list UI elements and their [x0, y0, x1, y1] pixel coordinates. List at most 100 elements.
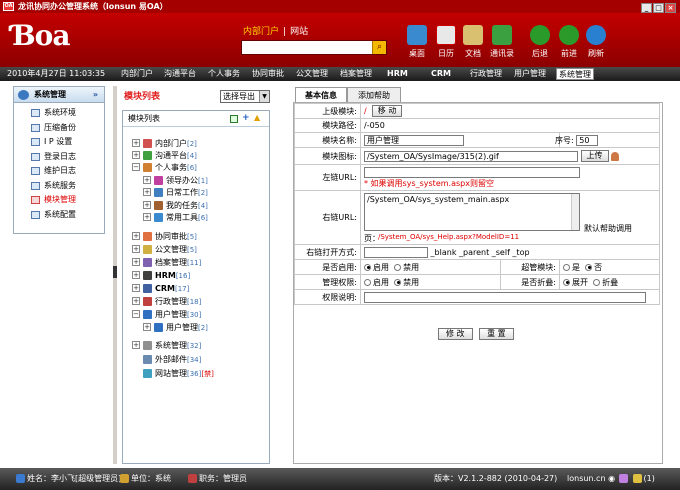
tree-item-label: 常用工具	[166, 213, 198, 222]
sidebar-item-backup[interactable]: 压缩备份	[14, 121, 104, 136]
warning-icon[interactable]: ▲	[254, 114, 262, 122]
menu-hrm[interactable]: HRM	[387, 67, 408, 81]
perm-on-radio[interactable]	[364, 278, 371, 286]
close-button[interactable]: ×	[665, 3, 676, 13]
module-icon	[143, 245, 152, 254]
collapse-icon[interactable]: »	[93, 87, 98, 103]
super-no-radio[interactable]	[585, 263, 593, 271]
calendar-button[interactable]: 日历	[433, 25, 459, 59]
expand-icon[interactable]: +	[143, 176, 151, 184]
tree-item-count: [6]	[198, 214, 208, 222]
fold-expand-radio[interactable]	[563, 278, 570, 286]
sidebar-item-ip[interactable]: I P 设置	[14, 135, 104, 150]
sidebar-item-login-log[interactable]: 登录日志	[14, 150, 104, 165]
menu-approval[interactable]: 协同审批	[252, 67, 284, 81]
expand-icon[interactable]: +	[132, 139, 140, 147]
collapse-icon[interactable]: −	[132, 310, 140, 318]
expand-icon[interactable]: +	[132, 284, 140, 292]
parent-value: /	[364, 106, 367, 116]
sidebar-item-config[interactable]: 系统配置	[14, 208, 104, 223]
enable-on-radio[interactable]	[364, 263, 371, 271]
tree-item-count: [2]	[198, 189, 208, 197]
reset-button[interactable]: 重 置	[479, 328, 514, 340]
expand-icon[interactable]: +	[143, 188, 151, 196]
move-button[interactable]: 移 动	[371, 105, 403, 117]
tree-item-label: 我的任务	[166, 201, 198, 210]
expand-icon[interactable]: +	[132, 271, 140, 279]
nav-link-website[interactable]: 网站	[290, 27, 308, 37]
maximize-button[interactable]: □	[653, 3, 664, 13]
add-icon[interactable]: +	[242, 114, 250, 123]
module-icon	[154, 201, 163, 210]
nav-link-portal[interactable]: 内部门户	[243, 27, 279, 37]
expand-icon[interactable]: +	[132, 258, 140, 266]
expand-icon[interactable]: +	[132, 245, 140, 253]
menu-crm[interactable]: CRM	[431, 67, 451, 81]
upload-button[interactable]: 上传	[580, 150, 609, 162]
perm-off-radio[interactable]	[394, 278, 402, 286]
forward-button[interactable]: 前进	[556, 25, 582, 59]
left-url-input[interactable]	[364, 166, 580, 178]
expand-icon[interactable]: +	[143, 323, 151, 331]
enable-off-radio[interactable]	[394, 263, 402, 271]
splitter-arrow-icon[interactable]	[113, 266, 117, 278]
expand-icon[interactable]: +	[132, 151, 140, 159]
desktop-button[interactable]: 桌面	[404, 25, 430, 59]
search-button[interactable]: ⌕	[372, 41, 386, 54]
tree-item-count: [34]	[187, 356, 202, 364]
export-select[interactable]: 选择导出 ▼	[220, 90, 270, 103]
left-panel-header[interactable]: 系统管理 »	[14, 87, 104, 103]
back-arrow-icon	[530, 25, 550, 45]
menu-archives[interactable]: 档案管理	[340, 67, 372, 81]
modify-button[interactable]: 修 改	[438, 328, 473, 340]
refresh-button[interactable]: 刷新	[583, 25, 609, 59]
icon-path-input[interactable]: /System_OA/SysImage/315(2).gif	[364, 150, 578, 162]
back-button[interactable]: 后退	[527, 25, 553, 59]
calendar-icon	[436, 25, 456, 45]
right-url-textarea[interactable]: /System_OA/sys_system_main.aspx	[364, 192, 580, 231]
expand-icon[interactable]: +	[143, 201, 151, 209]
fold-collapse-radio[interactable]	[593, 278, 601, 286]
sidebar-item-services[interactable]: 系统服务	[14, 179, 104, 194]
menu-documents[interactable]: 公文管理	[296, 67, 328, 81]
order-input[interactable]: 50	[576, 134, 599, 146]
mail-icon[interactable]	[632, 474, 642, 483]
expand-icon[interactable]: +	[132, 297, 140, 305]
menu-personal[interactable]: 个人事务	[208, 67, 240, 81]
sidebar-item-environment[interactable]: 系统环境	[14, 106, 104, 121]
expand-icon[interactable]: +	[132, 341, 140, 349]
contacts-icon	[492, 25, 512, 45]
minimize-button[interactable]: _	[641, 3, 652, 13]
expand-icon[interactable]: +	[143, 213, 151, 221]
menu-admin[interactable]: 行政管理	[470, 67, 502, 81]
search-input[interactable]: ⌕	[241, 40, 387, 55]
menu-portal[interactable]: 内部门户	[121, 67, 153, 81]
tab-basic-info[interactable]: 基本信息	[295, 87, 347, 102]
chevron-down-icon[interactable]: ▼	[259, 91, 269, 102]
panel-splitter[interactable]	[113, 86, 117, 464]
super-yes-radio[interactable]	[563, 263, 570, 271]
tree-item-label: 系统管理	[155, 341, 187, 350]
perm-desc-input[interactable]	[364, 291, 646, 303]
expand-icon[interactable]: +	[132, 232, 140, 240]
tray-icon[interactable]	[619, 474, 628, 483]
module-name-input[interactable]: 用户管理	[364, 134, 464, 146]
tree-item-label: 协同审批	[155, 232, 187, 241]
textarea-scrollbar[interactable]	[571, 193, 579, 230]
sidebar-item-maintenance-log[interactable]: 维护日志	[14, 164, 104, 179]
collapse-icon[interactable]: −	[132, 163, 140, 171]
status-site[interactable]: lonsun.cn ◉	[567, 468, 615, 490]
menu-communication[interactable]: 沟通平台	[164, 67, 196, 81]
module-list-title: 模块列表	[124, 92, 161, 102]
contacts-button[interactable]: 通讯录	[489, 25, 515, 59]
tab-add-help[interactable]: 添加帮助	[347, 87, 401, 102]
document-button[interactable]: 文档	[460, 25, 486, 59]
menu-users[interactable]: 用户管理	[514, 67, 546, 81]
refresh-tree-icon[interactable]	[230, 115, 238, 123]
target-input[interactable]	[364, 246, 428, 258]
tree-item-label: 行政管理	[155, 297, 187, 306]
menu-system[interactable]: 系统管理	[556, 68, 594, 80]
sidebar-item-modules[interactable]: 模块管理	[14, 193, 104, 208]
form-table: 上级模块: / 移 动 模块路径: /-050 模块名称: 用户管理 序号: 5…	[294, 103, 660, 305]
module-icon	[143, 271, 152, 280]
